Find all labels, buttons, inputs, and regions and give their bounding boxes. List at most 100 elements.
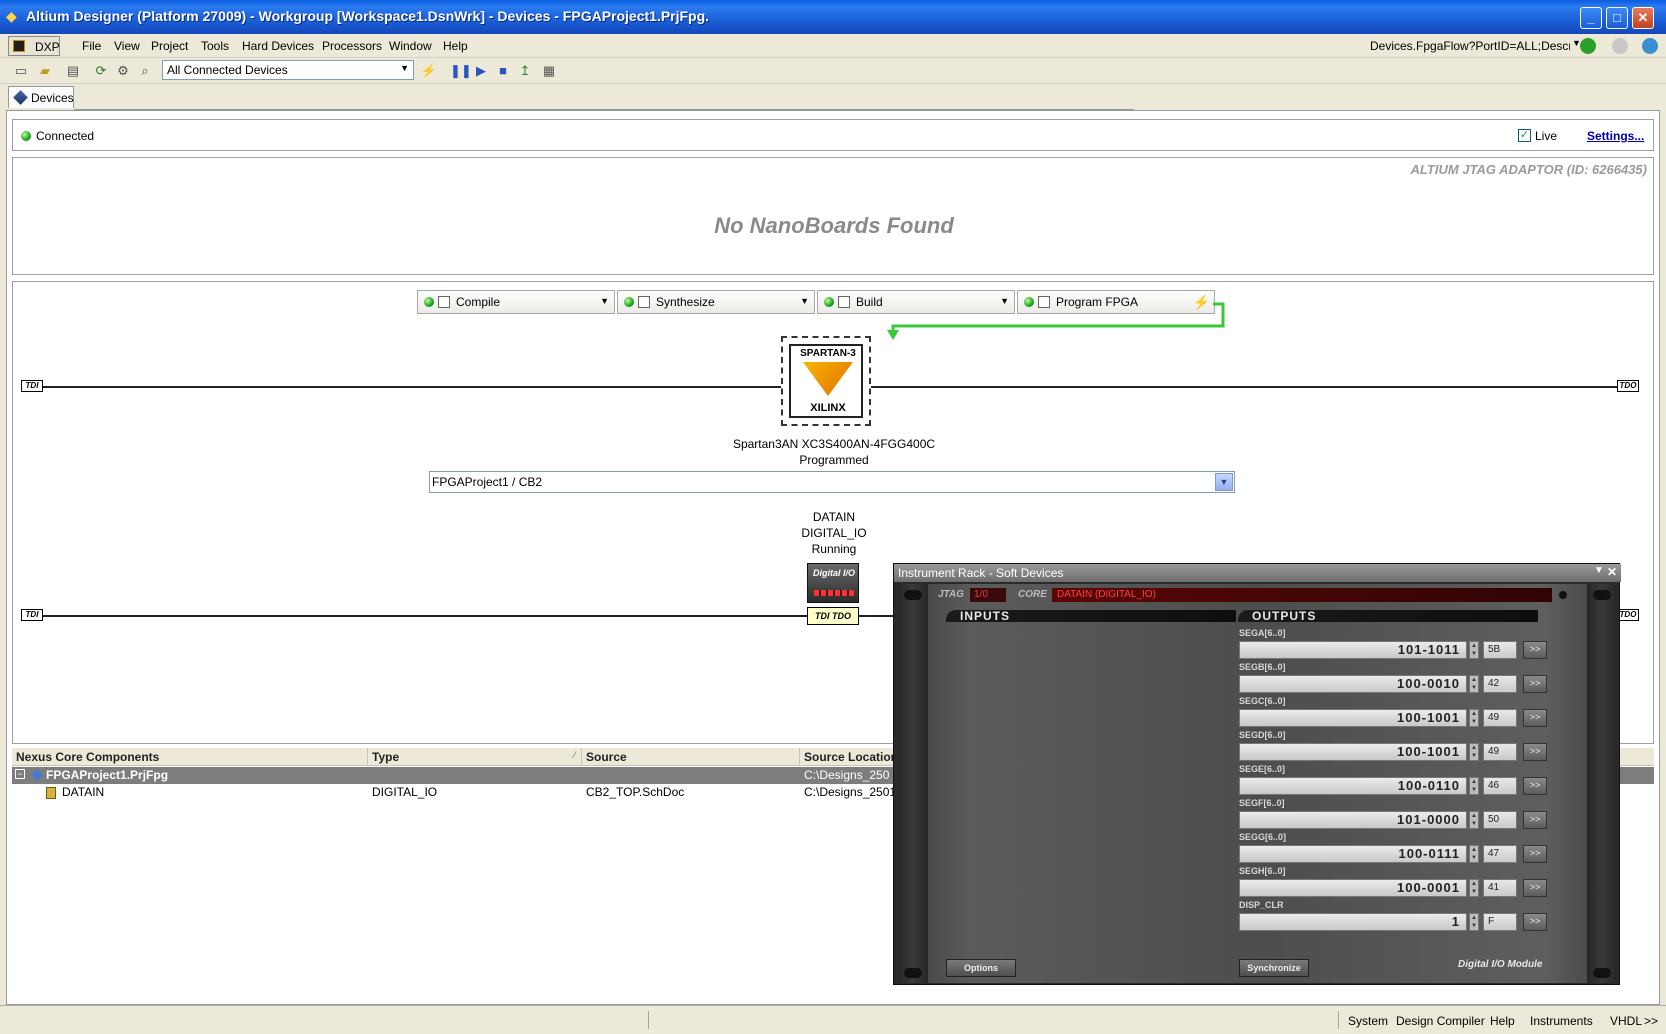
instrument-rack-title[interactable]: Instrument Rack - Soft Devices [894,564,1621,582]
synthesize-button[interactable]: Synthesize ▼ [617,290,815,314]
menu-file[interactable]: File [82,39,101,53]
soft-device-type: DIGITAL_IO [801,526,867,540]
synchronize-button[interactable]: Synchronize [1239,959,1309,977]
menu-tools[interactable]: Tools [201,39,229,53]
device-icon[interactable]: ▤ [64,62,82,80]
compile-button[interactable]: Compile ▼ [417,290,615,314]
dxp-menu-button[interactable]: DXP [8,36,60,56]
output-hex-value[interactable]: 46 [1483,777,1517,795]
output-apply-button[interactable]: >> [1523,641,1547,659]
chevron-down-icon[interactable]: ▼ [600,296,609,306]
altium-app-icon[interactable]: ◆ [6,8,22,24]
output-hex-value[interactable]: 49 [1483,743,1517,761]
settings-gear-icon[interactable]: ⚙ [114,62,132,80]
output-hex-value[interactable]: 47 [1483,845,1517,863]
output-spinner[interactable]: ▲ ▼ [1469,913,1479,931]
forward-icon[interactable] [1612,38,1628,54]
pause-icon[interactable]: ❚❚ [450,62,472,80]
output-binary-value[interactable]: 100-0111 [1239,845,1467,863]
search-icon[interactable]: ⌕ [136,62,154,80]
close-window-button[interactable]: ✕ [1632,7,1654,29]
menu-hard-devices[interactable]: Hard Devices [242,39,314,53]
output-binary-value[interactable]: 100-1001 [1239,709,1467,727]
open-folder-icon[interactable]: ▰ [36,62,54,80]
menu-processors[interactable]: Processors [322,39,382,53]
output-apply-button[interactable]: >> [1523,743,1547,761]
output-spinner[interactable]: ▲ ▼ [1469,777,1479,795]
output-hex-value[interactable]: 42 [1483,675,1517,693]
output-apply-button[interactable]: >> [1523,675,1547,693]
output-binary-value[interactable]: 101-0000 [1239,811,1467,829]
tdi-tag-soft: TDI [21,609,43,621]
project-config-select[interactable]: FPGAProject1 / CB2 ▼ [429,471,1235,493]
output-apply-button[interactable]: >> [1523,811,1547,829]
menu-view[interactable]: View [114,39,140,53]
output-binary-value[interactable]: 1 [1239,913,1467,931]
fpga-chip-icon[interactable]: SPARTAN-3 XILINX [781,336,871,426]
output-spinner[interactable]: ▲ ▼ [1469,845,1479,863]
panel-vhdl-button[interactable]: VHDL [1610,1014,1642,1028]
export-icon[interactable]: ↥ [516,62,534,80]
output-apply-button[interactable]: >> [1523,879,1547,897]
output-spinner[interactable]: ▲ ▼ [1469,743,1479,761]
chevron-down-icon[interactable]: ▼ [800,296,809,306]
jtag-scan-icon[interactable]: ⚡ [420,62,438,80]
output-spinner[interactable]: ▲ ▼ [1469,641,1479,659]
tab-devices[interactable]: Devices [8,86,74,108]
home-icon[interactable] [1642,38,1658,54]
sort-icon: ⁄ [573,750,575,760]
output-hex-value[interactable]: 41 [1483,879,1517,897]
output-binary-value[interactable]: 101-1011 [1239,641,1467,659]
step-icon[interactable]: ▶ [472,62,490,80]
refresh-devices-icon[interactable]: ⟳ [92,62,110,80]
output-spinner[interactable]: ▲ ▼ [1469,811,1479,829]
digital-io-device-icon[interactable]: Digital I/O [807,563,859,603]
panel-design-compiler-button[interactable]: Design Compiler [1396,1014,1485,1028]
menu-window[interactable]: Window [389,39,432,53]
output-hex-value[interactable]: 49 [1483,709,1517,727]
column-header-type[interactable]: Type ⁄ [368,748,582,766]
output-binary-value[interactable]: 100-0010 [1239,675,1467,693]
output-binary-value[interactable]: 100-0110 [1239,777,1467,795]
panel-help-button[interactable]: Help [1490,1014,1515,1028]
tdo-tag-hard: TDO [1617,380,1639,392]
project-icon [30,768,44,782]
settings-link[interactable]: Settings... [1587,129,1644,143]
stop-icon[interactable]: ■ [494,62,512,80]
panel-instruments-button[interactable]: Instruments [1530,1014,1593,1028]
output-spinner[interactable]: ▲ ▼ [1469,879,1479,897]
device-filter-select[interactable]: All Connected Devices ▼ [162,60,414,80]
rack-close-icon[interactable]: ✕ [1607,565,1617,579]
navigation-address-field[interactable]: Devices.FpgaFlow?PortID=ALL;Descrip [1370,36,1570,56]
output-hex-value[interactable]: 5B [1483,641,1517,659]
chevron-down-icon[interactable]: ▼ [1215,473,1233,491]
menu-project[interactable]: Project [151,39,188,53]
chip-icon[interactable]: ▦ [540,62,558,80]
output-spinner[interactable]: ▲ ▼ [1469,709,1479,727]
new-document-icon[interactable]: ▭ [12,62,30,80]
output-apply-button[interactable]: >> [1523,913,1547,931]
menu-help[interactable]: Help [443,39,468,53]
column-header-components[interactable]: Nexus Core Components [12,748,368,766]
more-panels-button[interactable]: >> [1644,1014,1658,1028]
panel-system-button[interactable]: System [1348,1014,1388,1028]
output-apply-button[interactable]: >> [1523,777,1547,795]
output-spinner[interactable]: ▲ ▼ [1469,675,1479,693]
maximize-button[interactable]: □ [1606,7,1628,29]
tab-devices-label: Devices [31,91,74,105]
row-name: FPGAProject1.PrjFpg [46,768,169,782]
output-binary-value[interactable]: 100-1001 [1239,743,1467,761]
output-hex-value[interactable]: F [1483,913,1517,931]
column-header-source[interactable]: Source [582,748,800,766]
minimize-button[interactable]: _ [1580,7,1602,29]
output-apply-button[interactable]: >> [1523,845,1547,863]
output-apply-button[interactable]: >> [1523,709,1547,727]
output-binary-value[interactable]: 100-0001 [1239,879,1467,897]
compile-status-led-icon [424,297,434,307]
collapse-icon[interactable]: − [15,769,25,779]
rack-menu-icon[interactable]: ▼ [1594,565,1604,576]
live-checkbox[interactable]: ✓ [1518,129,1531,142]
options-button[interactable]: Options [946,959,1016,977]
back-icon[interactable] [1580,38,1596,54]
output-hex-value[interactable]: 50 [1483,811,1517,829]
